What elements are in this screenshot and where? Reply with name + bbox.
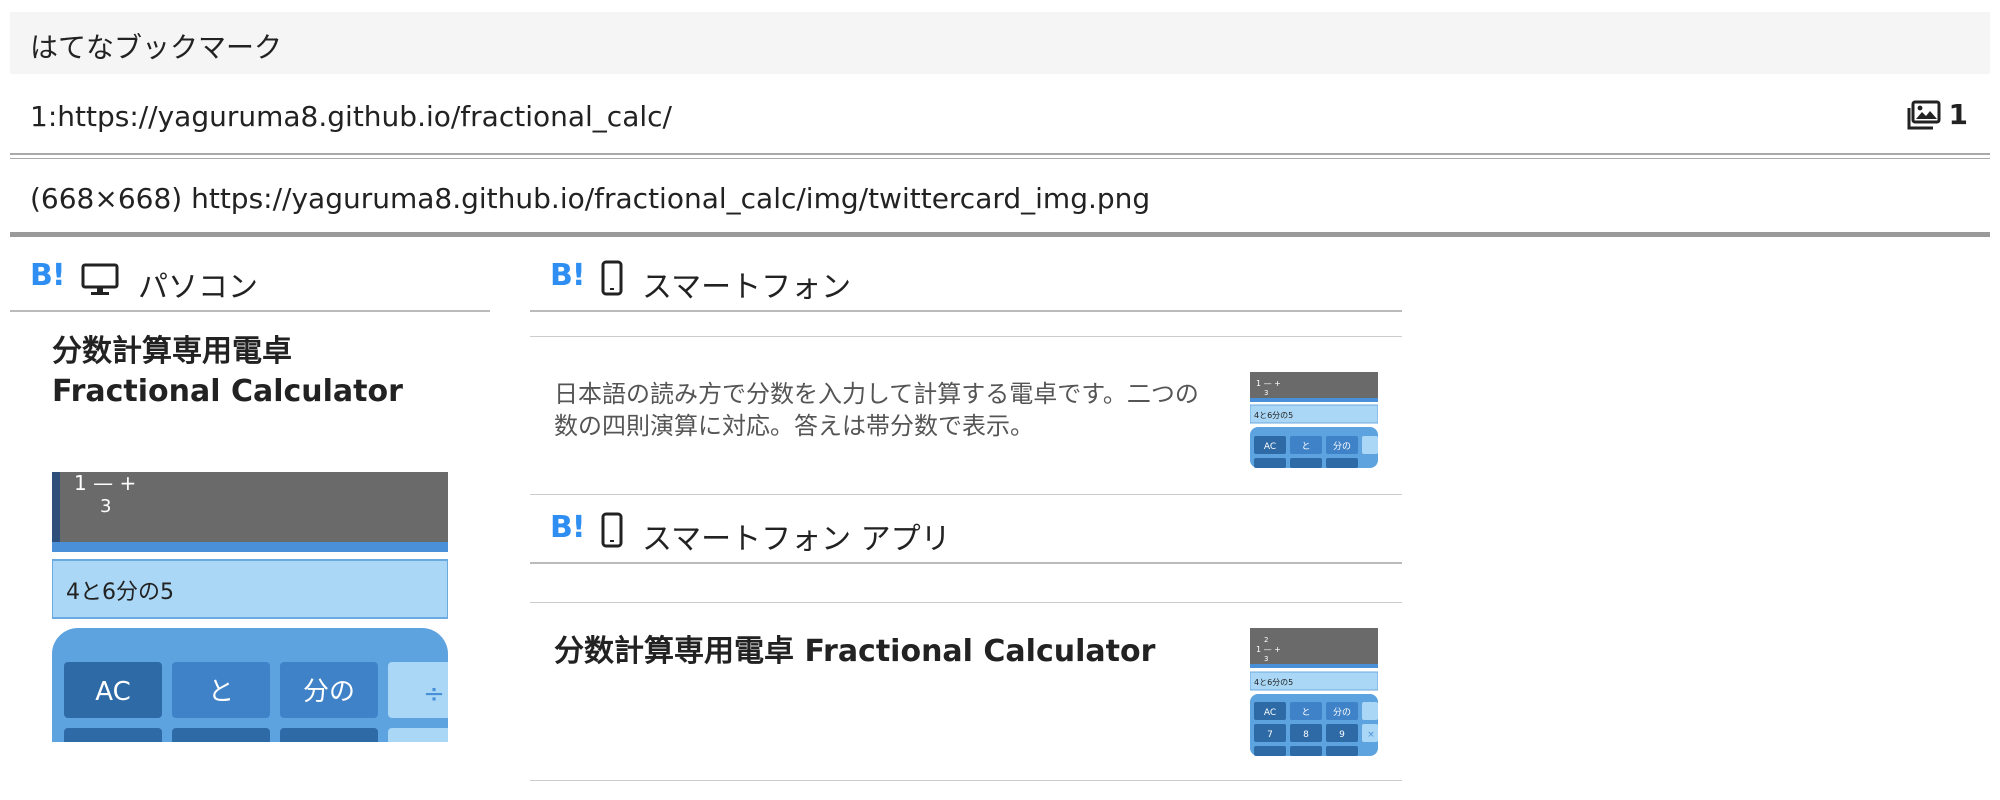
svg-text:2: 2 [1264, 636, 1268, 644]
hatena-bookmark-icon: B! [550, 510, 586, 545]
smartphone-section-label: スマートフォン [642, 270, 852, 305]
entry-url-row: 1:https://yaguruma8.github.io/fractional… [10, 92, 1990, 150]
page-title: はてなブックマーク [30, 31, 283, 64]
svg-text:AC: AC [1264, 708, 1276, 718]
image-count: 1 [1948, 98, 1968, 131]
smartphone-card-description[interactable]: 日本語の読み方で分数を入力して計算する電卓です。二つの数の四則演算に対応。答えは… [554, 378, 1214, 442]
divider [10, 153, 1990, 159]
calc-key-8: 8 [1303, 730, 1309, 740]
svg-text:AC: AC [1264, 442, 1276, 452]
entry-url[interactable]: 1:https://yaguruma8.github.io/fractional… [30, 100, 672, 133]
image-info[interactable]: (668×668) https://yaguruma8.github.io/fr… [30, 182, 1150, 215]
smartphone-icon [601, 260, 623, 296]
image-info-row: (668×668) https://yaguruma8.github.io/fr… [10, 174, 1990, 224]
calc-display-text: 1 — + [74, 472, 136, 495]
calc-display-denominator: 3 [100, 496, 111, 517]
calc-key-bunno: 分の [303, 677, 355, 707]
desktop-icon [81, 263, 119, 295]
pc-card-title-line1: 分数計算専用電卓 [52, 334, 292, 369]
calc-key-multiply: × [1367, 730, 1375, 740]
divider [530, 602, 1402, 603]
svg-text:1 — +: 1 — + [1256, 645, 1281, 654]
smartphone-app-section-header: B! スマートフォン アプリ [530, 504, 1402, 564]
images-icon [1907, 100, 1941, 129]
calc-key-divide: ÷ [423, 679, 445, 709]
divider [530, 336, 1402, 337]
svg-text:と: と [1301, 707, 1310, 718]
divider [10, 232, 1990, 237]
hatena-bookmark-icon: B! [550, 258, 586, 293]
calculator-screenshot-small: 1 — + 3 4と6分の5 AC と 分の [1250, 372, 1378, 468]
svg-text:3: 3 [1264, 389, 1268, 397]
calc-key-ac: AC [95, 677, 130, 707]
image-count-badge: 1 [1907, 98, 1968, 131]
calc-key-7: 7 [1267, 730, 1273, 740]
calculator-screenshot-small: 2 1 — + 3 4と6分の5 AC と 分の 7 8 9 × [1250, 628, 1378, 756]
smartphone-preview: B! スマートフォン 日本語の読み方で分数を入力して計算する電卓です。二つの数の… [530, 252, 1402, 781]
pc-card-title-line2: Fractional Calculator [52, 374, 403, 409]
pc-card-thumbnail: 1 — + 3 4と6分の5 AC と 分の ÷ [52, 472, 448, 742]
smartphone-app-card-thumbnail: 2 1 — + 3 4と6分の5 AC と 分の 7 8 9 × [1250, 628, 1378, 756]
svg-text:3: 3 [1264, 655, 1268, 663]
smartphone-icon [601, 512, 623, 548]
divider [530, 780, 1402, 781]
svg-text:1 — +: 1 — + [1256, 379, 1281, 388]
pc-section-header: B! パソコン [10, 252, 490, 312]
pc-card-title[interactable]: 分数計算専用電卓 Fractional Calculator [52, 332, 472, 412]
pc-section-label: パソコン [138, 270, 258, 305]
page-title-bar: はてなブックマーク [10, 12, 1990, 74]
bookmark-page: はてなブックマーク 1:https://yaguruma8.github.io/… [0, 0, 2000, 800]
pc-preview: B! パソコン 分数計算専用電卓 Fractional Calculator 1… [10, 252, 490, 742]
svg-text:4と6分の5: 4と6分の5 [1254, 678, 1293, 687]
calc-key-to: と [208, 677, 234, 707]
svg-text:分の: 分の [1333, 707, 1351, 718]
divider [530, 494, 1402, 495]
calculator-screenshot: 1 — + 3 4と6分の5 AC と 分の ÷ [52, 472, 448, 742]
calc-key-9: 9 [1339, 730, 1345, 740]
smartphone-app-section-label: スマートフォン アプリ [642, 522, 951, 557]
calc-input-text: 4と6分の5 [66, 580, 174, 605]
smartphone-section-header: B! スマートフォン [530, 252, 1402, 312]
svg-text:分の: 分の [1333, 441, 1351, 452]
smartphone-app-card-title[interactable]: 分数計算専用電卓 Fractional Calculator [554, 626, 1155, 670]
smartphone-card-thumbnail: 1 — + 3 4と6分の5 AC と 分の [1250, 372, 1378, 468]
svg-text:と: と [1301, 441, 1310, 452]
hatena-bookmark-icon: B! [30, 258, 66, 293]
svg-text:4と6分の5: 4と6分の5 [1254, 411, 1293, 420]
